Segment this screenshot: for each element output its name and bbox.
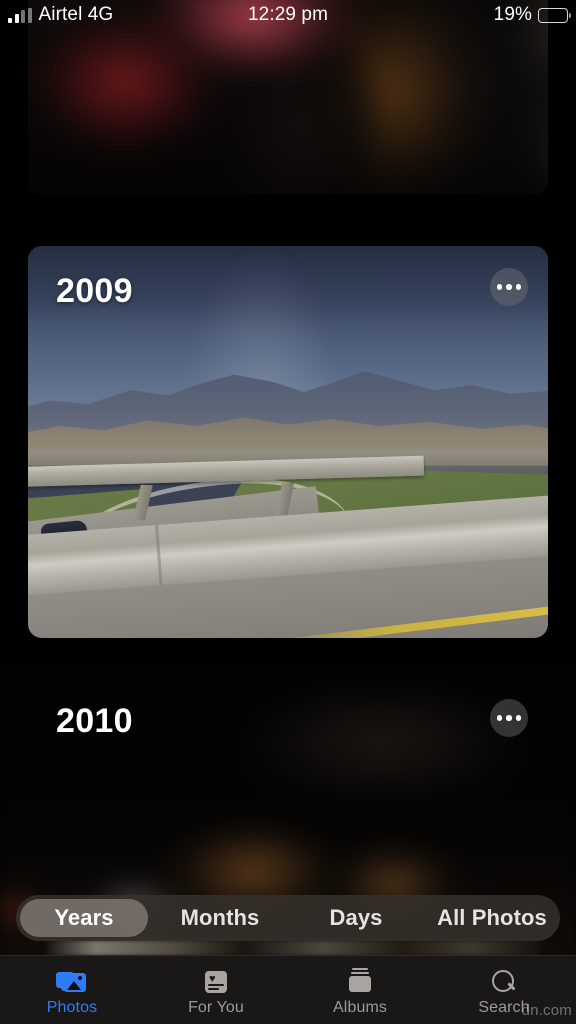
tab-albums-label: Albums bbox=[333, 998, 387, 1016]
tab-photos-label: Photos bbox=[46, 998, 98, 1016]
year-label-2009: 2009 bbox=[56, 272, 133, 310]
ellipsis-icon bbox=[496, 284, 503, 290]
clock-label: 12:29 pm bbox=[247, 4, 329, 25]
ellipsis-icon bbox=[506, 715, 512, 721]
timeline-scope-segmented-control[interactable]: Years Months Days All Photos bbox=[16, 895, 560, 941]
year-label-2010: 2010 bbox=[56, 702, 133, 740]
segment-all-photos[interactable]: All Photos bbox=[428, 899, 556, 937]
segment-years[interactable]: Years bbox=[20, 899, 148, 937]
tab-search[interactable]: Search bbox=[432, 956, 576, 1024]
tab-albums[interactable]: Albums bbox=[288, 956, 432, 1024]
segment-days[interactable]: Days bbox=[292, 899, 420, 937]
tab-for-you-label: For You bbox=[188, 998, 244, 1016]
ellipsis-icon bbox=[506, 284, 512, 290]
more-options-button-2010[interactable] bbox=[490, 699, 528, 737]
segment-months[interactable]: Months bbox=[156, 899, 284, 937]
ellipsis-icon bbox=[496, 715, 503, 721]
status-bar-right: 19% bbox=[493, 4, 571, 26]
photos-stack-icon bbox=[56, 968, 88, 996]
tab-bar[interactable]: Photos ♥ For You Albums Search bbox=[0, 955, 576, 1024]
battery-low-icon bbox=[538, 7, 571, 23]
magnifier-icon bbox=[488, 968, 520, 996]
tab-search-label: Search bbox=[478, 998, 530, 1016]
photos-app-screen: 2009 2010 Airtel 4G 12:29 pm 19% Years M… bbox=[0, 0, 576, 1024]
status-bar: Airtel 4G 12:29 pm 19% bbox=[0, 0, 576, 30]
photo-detail-strip bbox=[46, 940, 542, 956]
tab-for-you[interactable]: ♥ For You bbox=[144, 956, 288, 1024]
albums-stack-icon bbox=[344, 967, 376, 996]
tab-photos[interactable]: Photos bbox=[0, 956, 144, 1024]
ellipsis-icon bbox=[515, 715, 522, 721]
more-options-button-2009[interactable] bbox=[490, 268, 528, 306]
heart-card-icon: ♥ bbox=[200, 968, 232, 996]
ellipsis-icon bbox=[515, 284, 522, 290]
years-scroll-view[interactable]: 2009 2010 bbox=[0, 0, 576, 1024]
battery-percent-label: 19% bbox=[493, 4, 532, 25]
